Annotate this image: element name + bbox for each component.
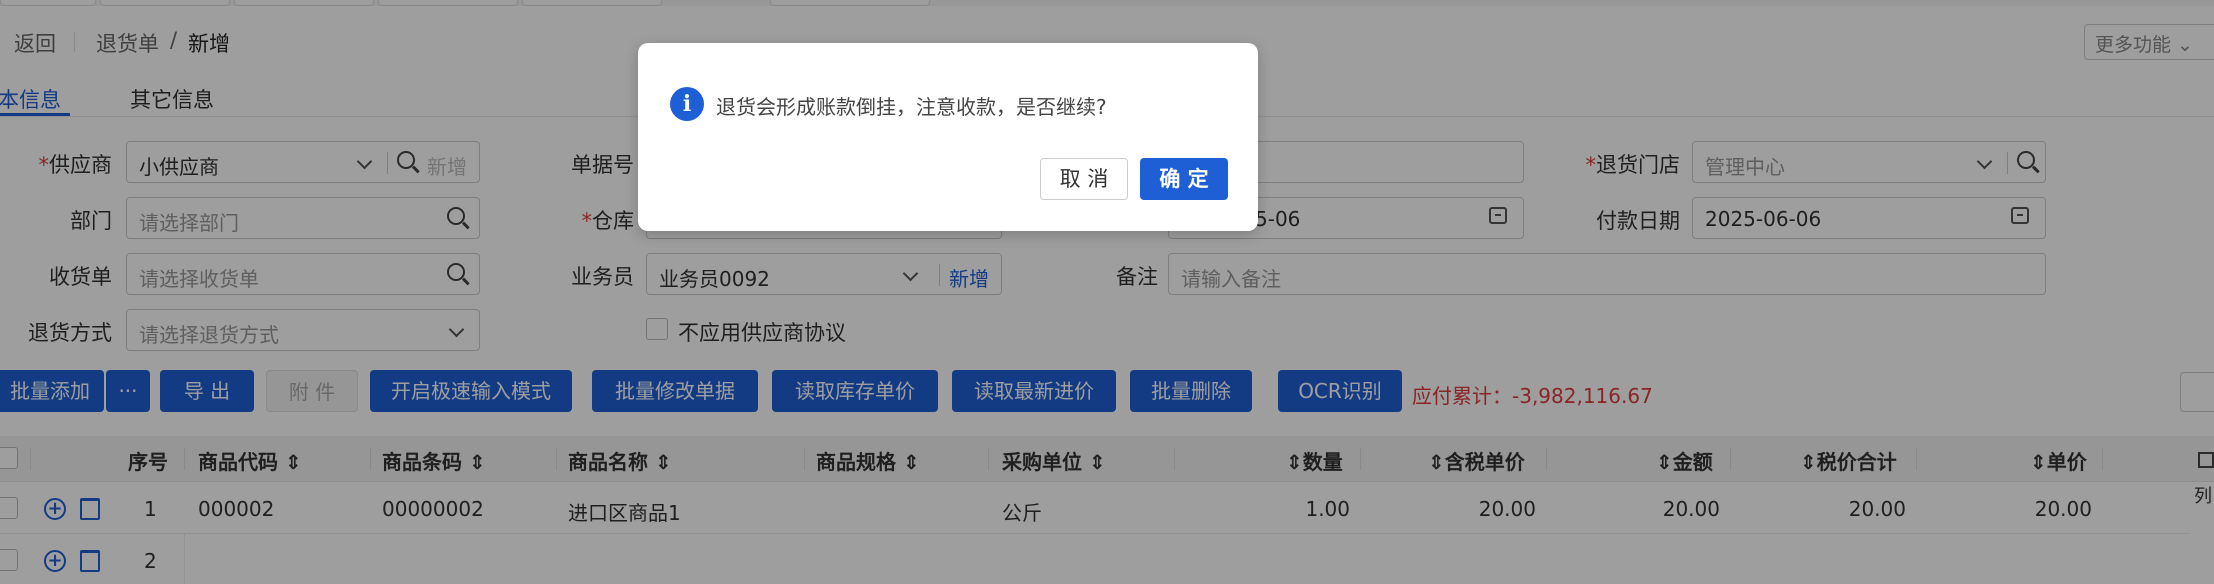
confirm-dialog: i 退货会形成账款倒挂，注意收款，是否继续? 取 消 确 定 [638, 43, 1258, 231]
cancel-button[interactable]: 取 消 [1040, 158, 1128, 200]
info-icon: i [670, 87, 704, 121]
dialog-message: 退货会形成账款倒挂，注意收款，是否继续? [716, 95, 1107, 119]
confirm-button[interactable]: 确 定 [1140, 158, 1228, 200]
